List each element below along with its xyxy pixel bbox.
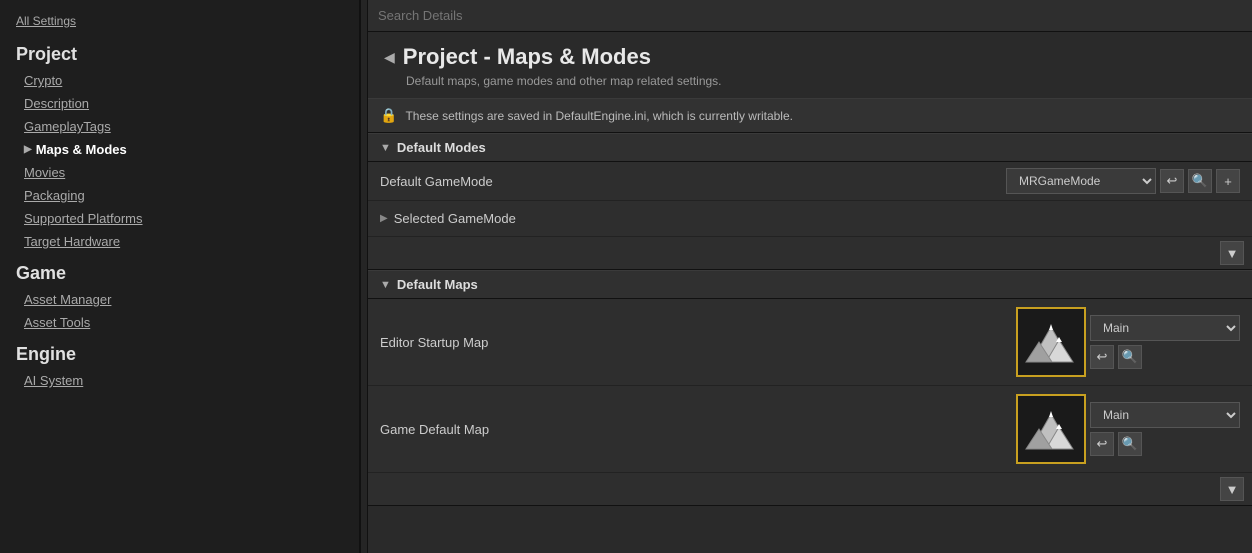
default-modes-header[interactable]: ▼ Default Modes (368, 133, 1252, 162)
game-default-map-thumbnail-svg (1021, 399, 1081, 459)
modes-scroll-down-button[interactable]: ▼ (1220, 241, 1244, 265)
all-settings-link[interactable]: All Settings (0, 8, 359, 34)
sidebar-item-label-gameplaytags: GameplayTags (24, 119, 111, 134)
sidebar-item-label-movies: Movies (24, 165, 65, 180)
gamemode-add-button[interactable]: + (1216, 169, 1240, 193)
default-gamemode-controls: MRGameMode ↩ 🔍 + (1006, 168, 1240, 194)
page-subtitle: Default maps, game modes and other map r… (368, 74, 1252, 98)
search-input[interactable] (378, 8, 1242, 23)
sidebar-item-label-crypto: Crypto (24, 73, 62, 88)
maps-section-collapse-arrow: ▼ (380, 279, 391, 291)
editor-startup-map-controls: Main ↩ 🔍 (1016, 307, 1240, 377)
maps-chevron-row: ▼ (368, 473, 1252, 505)
game-default-map-dropdowns: Main ↩ 🔍 (1090, 402, 1240, 456)
sidebar-section-title-game: Game (0, 253, 359, 288)
editor-startup-map-reset-button[interactable]: ↩ (1090, 345, 1114, 369)
game-default-map-search-button[interactable]: 🔍 (1118, 432, 1142, 456)
page-title-row: ◀ Project - Maps & Modes (368, 32, 1252, 74)
sidebar-item-ai-system[interactable]: AI System (0, 369, 359, 392)
info-banner-text: These settings are saved in DefaultEngin… (405, 109, 793, 123)
sidebar-section-title-engine: Engine (0, 334, 359, 369)
editor-startup-map-dropdown[interactable]: Main (1090, 315, 1240, 341)
gamemode-reset-button[interactable]: ↩ (1160, 169, 1184, 193)
default-modes-section: ▼ Default Modes Default GameMode MRGameM… (368, 133, 1252, 270)
editor-startup-map-label: Editor Startup Map (380, 335, 1004, 350)
sidebar-item-movies[interactable]: Movies (0, 161, 359, 184)
sidebar-item-arrow-maps-modes: ▶ (24, 144, 32, 155)
editor-startup-map-thumbnail (1016, 307, 1086, 377)
sidebar-item-gameplaytags[interactable]: GameplayTags (0, 115, 359, 138)
editor-startup-map-search-button[interactable]: 🔍 (1118, 345, 1142, 369)
sidebar-item-label-asset-tools: Asset Tools (24, 315, 90, 330)
sidebar-item-description[interactable]: Description (0, 92, 359, 115)
default-maps-header[interactable]: ▼ Default Maps (368, 270, 1252, 299)
selected-gamemode-row: ▶ Selected GameMode (368, 201, 1252, 237)
sidebar-item-label-asset-manager: Asset Manager (24, 292, 111, 307)
sidebar-item-supported-platforms[interactable]: Supported Platforms (0, 207, 359, 230)
game-default-map-row: Game Default Map Main (368, 386, 1252, 473)
sidebar-item-label-maps-modes: Maps & Modes (36, 142, 127, 157)
page-title: Project - Maps & Modes (403, 44, 651, 70)
game-default-map-dropdown[interactable]: Main (1090, 402, 1240, 428)
sidebar-item-crypto[interactable]: Crypto (0, 69, 359, 92)
modes-chevron-row: ▼ (368, 237, 1252, 269)
sidebar-item-packaging[interactable]: Packaging (0, 184, 359, 207)
editor-startup-map-thumbnail-svg (1021, 312, 1081, 372)
search-bar (368, 0, 1252, 32)
scroll-divider (360, 0, 368, 553)
editor-startup-map-row: Editor Startup Map Main (368, 299, 1252, 386)
default-gamemode-dropdown[interactable]: MRGameMode (1006, 168, 1156, 194)
page-title-arrow: ◀ (384, 49, 395, 66)
selected-gamemode-label: ▶ Selected GameMode (380, 211, 1240, 226)
sidebar-item-label-supported-platforms: Supported Platforms (24, 211, 143, 226)
gamemode-search-button[interactable]: 🔍 (1188, 169, 1212, 193)
selected-gamemode-arrow[interactable]: ▶ (380, 213, 388, 224)
sidebar-item-asset-manager[interactable]: Asset Manager (0, 288, 359, 311)
default-gamemode-row: Default GameMode MRGameMode ↩ 🔍 + (368, 162, 1252, 201)
sidebar-item-label-packaging: Packaging (24, 188, 85, 203)
sidebar-item-label-description: Description (24, 96, 89, 111)
sidebar-item-label-ai-system: AI System (24, 373, 83, 388)
maps-scroll-down-button[interactable]: ▼ (1220, 477, 1244, 501)
sidebar-item-maps-modes[interactable]: ▶ Maps & Modes (0, 138, 359, 161)
sidebar-item-label-target-hardware: Target Hardware (24, 234, 120, 249)
main-content: ◀ Project - Maps & Modes Default maps, g… (368, 0, 1252, 553)
sidebar-section-title-project: Project (0, 34, 359, 69)
sidebar-item-asset-tools[interactable]: Asset Tools (0, 311, 359, 334)
sidebar-item-target-hardware[interactable]: Target Hardware (0, 230, 359, 253)
editor-startup-map-dropdowns: Main ↩ 🔍 (1090, 315, 1240, 369)
default-maps-title: Default Maps (397, 277, 478, 292)
section-collapse-arrow: ▼ (380, 142, 391, 154)
game-default-map-reset-button[interactable]: ↩ (1090, 432, 1114, 456)
sidebar-sections: Project Crypto Description GameplayTags ▶ Ma… (0, 34, 359, 392)
info-banner: 🔒 These settings are saved in DefaultEng… (368, 98, 1252, 133)
game-default-map-label: Game Default Map (380, 422, 1004, 437)
lock-icon: 🔒 (380, 107, 397, 124)
content-area: ◀ Project - Maps & Modes Default maps, g… (368, 32, 1252, 553)
default-maps-section: ▼ Default Maps Editor Startup Map (368, 270, 1252, 506)
game-default-map-thumbnail (1016, 394, 1086, 464)
game-default-map-controls: Main ↩ 🔍 (1016, 394, 1240, 464)
sidebar: All Settings Project Crypto Description Gam… (0, 0, 360, 553)
default-modes-title: Default Modes (397, 140, 486, 155)
default-gamemode-label: Default GameMode (380, 174, 1006, 189)
